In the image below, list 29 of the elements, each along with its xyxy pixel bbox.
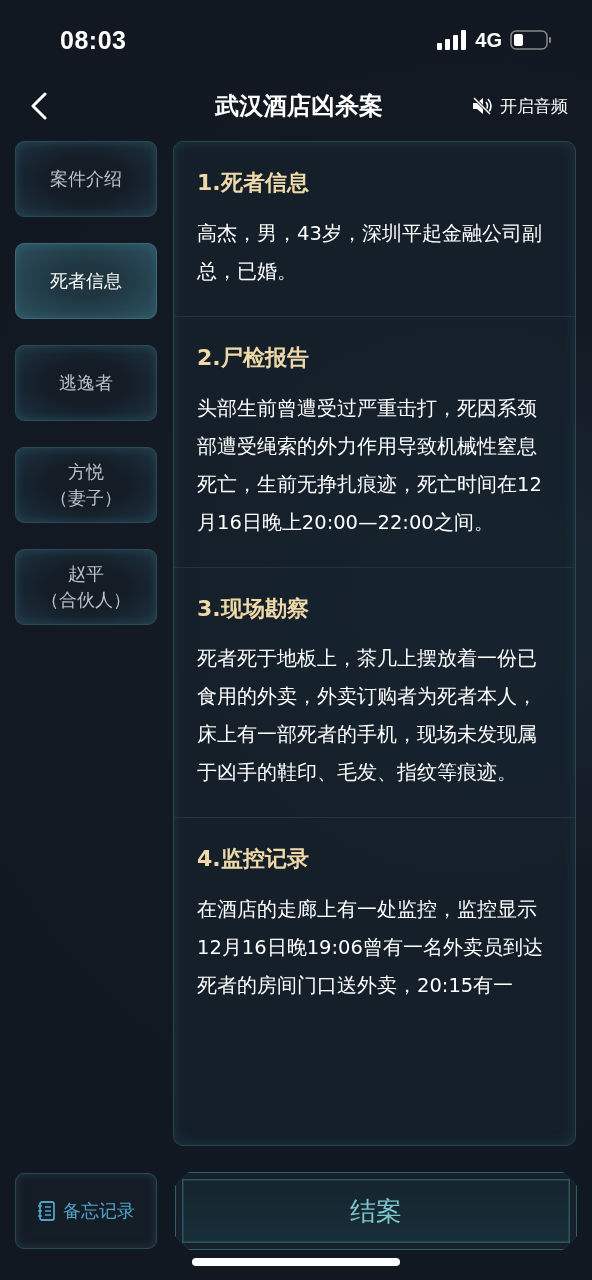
- person-name: 赵平: [68, 561, 104, 586]
- speaker-muted-icon: [472, 97, 492, 115]
- case-nav-tab[interactable]: 案件介绍: [15, 141, 157, 217]
- close-case-button[interactable]: 结案: [175, 1172, 577, 1250]
- memo-button[interactable]: 备忘记录: [15, 1173, 157, 1249]
- person-role: （妻子）: [50, 486, 122, 510]
- section-title: 1.死者信息: [197, 169, 310, 197]
- battery-icon: [510, 30, 552, 50]
- case-nav-tab[interactable]: 方悦 （妻子）: [15, 447, 157, 523]
- section-title: 4.监控记录: [197, 845, 310, 874]
- back-button[interactable]: [30, 92, 48, 120]
- audio-toggle[interactable]: 开启音频: [472, 94, 568, 118]
- back-icon: [30, 92, 48, 120]
- case-nav-tab[interactable]: 死者信息: [15, 243, 157, 319]
- section-body: 死者死于地板上，茶几上摆放着一份已食用的外卖，外卖订购者为死者本人，床上有一部死者的手机，现场未发现属于凶手的鞋印、毛发、指纹等痕迹。: [197, 646, 538, 787]
- section-body: 头部生前曾遭受过严重击打，死因系颈部遭受绳索的外力作用导致机械性窒息死亡，生前无挣扎痕迹，死亡时间在12月16日晚上20:00—22:00之间。: [197, 395, 543, 536]
- page-title: 武汉酒店凶杀案: [215, 91, 383, 122]
- section-body: 高杰，男，43岁，深圳平起金融公司副总，已婚。: [197, 220, 543, 285]
- case-nav-tab[interactable]: 逃逸者: [15, 345, 157, 421]
- section-title: 3.现场勘察: [197, 594, 310, 623]
- person-role: （合伙人）: [41, 588, 131, 612]
- signal-icon: [437, 30, 468, 50]
- network-label: 4G: [475, 28, 502, 52]
- status-time: 08:03: [60, 25, 128, 55]
- section-title: 2.尸检报告: [197, 343, 310, 372]
- notebook-icon: [37, 1201, 55, 1221]
- section-body: 在酒店的走廊上有一处监控，监控显示12月16日晚19:06曾有一名外卖员到达死者的房间门口送外卖，20:15有一: [197, 897, 544, 1000]
- case-nav-tab[interactable]: 赵平 （合伙人）: [15, 549, 157, 625]
- person-name: 方悦: [68, 459, 104, 484]
